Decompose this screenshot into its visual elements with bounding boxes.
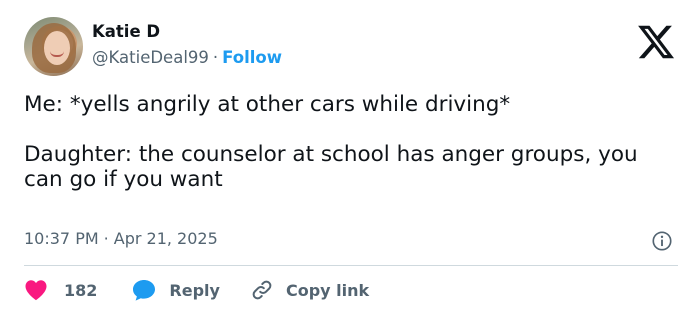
avatar[interactable] <box>24 17 83 76</box>
x-logo-icon[interactable] <box>636 22 676 62</box>
reply-bubble-icon <box>133 280 156 301</box>
action-bar: 182 Reply Copy link <box>24 276 369 304</box>
tweet-card: Katie D @KatieDeal99 · Follow Me: *yells a… <box>0 0 700 318</box>
like-count: 182 <box>64 280 98 300</box>
handle-separator: · <box>212 48 219 67</box>
info-icon[interactable] <box>651 230 673 252</box>
tweet-date[interactable]: Apr 21, 2025 <box>114 229 218 248</box>
author-name[interactable]: Katie D <box>92 22 160 41</box>
heart-icon <box>25 280 47 301</box>
tweet-time[interactable]: 10:37 PM <box>24 229 99 248</box>
divider <box>24 265 678 266</box>
avatar-face <box>44 31 70 65</box>
tweet-timestamp[interactable]: 10:37 PM · Apr 21, 2025 <box>24 229 218 248</box>
reply-button[interactable]: Reply <box>131 278 220 302</box>
follow-button[interactable]: Follow <box>222 48 282 67</box>
link-icon <box>252 280 272 300</box>
timestamp-separator: · <box>103 229 109 248</box>
author-handle-row: @KatieDeal99 · Follow <box>92 48 282 67</box>
like-button[interactable]: 182 <box>24 279 97 301</box>
tweet-text: Me: *yells angrily at other cars while d… <box>24 92 638 192</box>
copy-link-label: Copy link <box>285 280 370 300</box>
copy-link-button[interactable]: Copy link <box>250 278 369 302</box>
author-handle[interactable]: @KatieDeal99 <box>92 48 209 67</box>
reply-label: Reply <box>169 280 220 300</box>
